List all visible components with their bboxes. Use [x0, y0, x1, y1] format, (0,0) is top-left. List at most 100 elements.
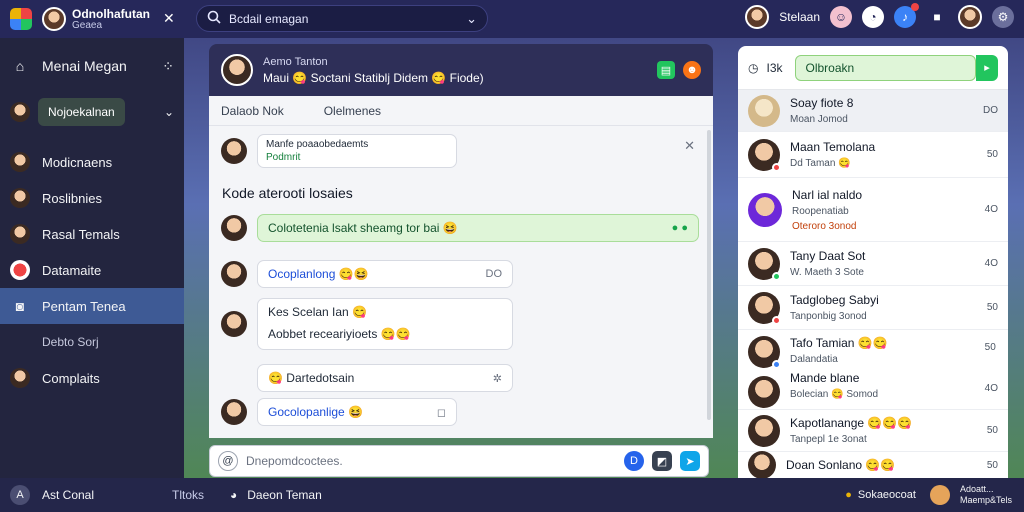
chevron-down-icon[interactable]: ⌄ — [164, 105, 174, 119]
status-indicator[interactable]: ● Sokaeocoat — [845, 489, 916, 501]
close-icon[interactable]: ✕ — [163, 10, 175, 27]
message-text-2: Aobbet receariyioets 😋😋 — [268, 327, 411, 341]
sidebar-header[interactable]: ⌂ Menai Megan ⁘ — [0, 38, 184, 94]
time-stack: 50 4O — [985, 336, 998, 394]
square-icon[interactable]: ■ — [926, 6, 948, 28]
user-icon[interactable]: A — [10, 485, 30, 505]
sidebar: ⌂ Menai Megan ⁘ Nojoekalnan ⌄ Modicnaens… — [0, 38, 184, 478]
chat-tabs: Dalaob Nok Olelmenes — [209, 96, 713, 126]
avatar — [221, 311, 247, 337]
sidebar-section[interactable]: Nojoekalnan ⌄ — [0, 94, 184, 130]
message-3[interactable]: 😋 Dartedotsain ✲ — [257, 364, 513, 392]
chevron-down-icon[interactable]: ⌄ — [466, 11, 477, 27]
sidebar-item-3[interactable]: Datamaite — [0, 252, 184, 288]
sidebar-item-label: Modicnaens — [42, 154, 113, 170]
sidebar-item-2[interactable]: Rasal Temals — [0, 216, 184, 252]
sidebar-item-4[interactable]: ◙ Pentam Tenea — [0, 288, 184, 324]
status-dot — [772, 315, 781, 325]
right-user-name[interactable]: Stelaan — [779, 10, 820, 24]
sidebar-item-label: Debto Sorj — [42, 335, 99, 349]
clock-icon[interactable]: ◷ — [748, 61, 758, 75]
contact-search[interactable]: Olbroakn — [794, 54, 976, 81]
notification-icon[interactable]: ♪ — [894, 3, 919, 28]
contact-sub-2: Bolecian 😋 Somod — [790, 389, 879, 400]
contact-row-4[interactable]: Tadglobeg Sabyi Tanponbig 3onod 50 — [738, 286, 1008, 330]
share-icon[interactable]: ▤ — [657, 61, 675, 79]
contact-row-0[interactable]: Soay fiote 8 Moan Jomod DO — [738, 90, 1008, 132]
tab-0[interactable]: Dalaob Nok — [221, 104, 284, 118]
message-bubble: Ocoplanlong 😋😆 DO — [257, 260, 513, 288]
section-chip[interactable]: Nojoekalnan — [38, 98, 125, 126]
contact-name: Tany Daat Sot — [790, 249, 866, 263]
pinned-message[interactable]: Manfe poaaobedaemts Podmrit — [221, 134, 457, 168]
avatar — [221, 261, 247, 287]
attach-icon[interactable]: @ — [218, 451, 238, 471]
message-1[interactable]: Ocoplanlong 😋😆 DO — [221, 260, 513, 288]
message-text: Kes Scelan Ian 😋 — [268, 305, 367, 319]
send-icon[interactable]: ➤ — [680, 451, 700, 471]
message-4[interactable]: Gocolopanlige 😆 ◻ — [221, 398, 457, 426]
dictionary-icon[interactable]: D — [624, 451, 644, 471]
tab-1[interactable]: Olelmenes — [324, 104, 381, 118]
sidebar-item-label: Rasal Temals — [42, 226, 120, 242]
grid-icon[interactable]: ⁘ — [162, 58, 174, 75]
avatar — [748, 247, 781, 281]
composer-input[interactable]: Dnepomdcoctees. — [246, 454, 616, 468]
avatar[interactable] — [929, 485, 950, 505]
contact-name: Soay fiote 8 — [790, 96, 854, 110]
sidebar-item-contacts[interactable]: Complaits — [0, 360, 184, 396]
search-input[interactable]: Bcdail emagan ⌄ — [196, 5, 488, 32]
contact-avatar[interactable] — [221, 54, 253, 86]
message-0[interactable]: Colotetenia lsakt sheamg tor bai 😆 ● ● — [221, 214, 699, 242]
account-label[interactable]: Ast Conal — [42, 488, 94, 502]
current-user[interactable]: Odnolhafutan Geaea — [42, 7, 150, 31]
avatar — [748, 451, 776, 478]
go-icon[interactable]: ▸ — [976, 54, 998, 81]
message-text: Ocoplanlong 😋😆 — [268, 267, 369, 281]
avatar — [10, 368, 30, 388]
message-bubble: 😋 Dartedotsain ✲ — [257, 364, 513, 392]
sidebar-item-1[interactable]: Roslibnies — [0, 180, 184, 216]
profile-avatar[interactable] — [958, 5, 982, 29]
home-icon: ⌂ — [15, 58, 25, 74]
bottom-tab[interactable]: ◕ Daeon Teman — [230, 488, 322, 502]
contact-row-3[interactable]: Tany Daat Sot W. Maeth 3 Sote 4O — [738, 242, 1008, 286]
bottom-user-line1: Adoatt... — [959, 484, 994, 494]
contact-time: 50 — [986, 149, 998, 160]
contact-name: Aemo Tanton — [263, 55, 328, 68]
user-subtitle: Geaea — [72, 19, 103, 31]
right-user-avatar[interactable] — [745, 5, 770, 29]
dismiss-icon[interactable]: ✕ — [684, 138, 695, 154]
avatar — [42, 7, 66, 31]
clock-icon[interactable]: ◔ — [862, 6, 884, 28]
app-logo[interactable] — [10, 8, 32, 30]
tools-label[interactable]: Tltoks — [172, 488, 222, 502]
image-icon[interactable]: ◩ — [652, 451, 672, 471]
contact-row-7[interactable]: Doan Sonlano 😋😋 50 — [738, 451, 1008, 478]
top-bar: Odnolhafutan Geaea ✕ Bcdail emagan ⌄ Ste… — [0, 0, 1024, 38]
contact-sub: Dd Taman 😋 — [790, 158, 851, 169]
sidebar-subitem[interactable]: Debto Sorj — [0, 324, 184, 360]
message-2[interactable]: Kes Scelan Ian 😋 Aobbet receariyioets 😋😋 — [221, 298, 513, 350]
search-icon — [207, 10, 221, 27]
contact-time: 50 — [984, 342, 996, 353]
sidebar-item-0[interactable]: Modicnaens — [0, 144, 184, 180]
contact-row-2[interactable]: Narl ial naldo Roopenatiab Oteroro 3onod… — [738, 178, 1008, 242]
message-text: 😋 Dartedotsain — [268, 371, 355, 385]
settings-icon[interactable]: ⚙ — [992, 6, 1014, 28]
chat-scrollbar[interactable] — [707, 130, 711, 420]
contact-row-1[interactable]: Maan Temolana Dd Taman 😋 50 — [738, 132, 1008, 178]
emoji-icon[interactable]: ☺ — [830, 6, 852, 28]
bottom-user[interactable]: Adoatt... Maemp&Tels — [960, 484, 1012, 506]
avatar — [748, 138, 781, 172]
contact-row-5[interactable]: Tafo Tamian 😋😋 Dalandatia Mande blane Bo… — [738, 330, 1008, 410]
sidebar-item-label: Roslibnies — [42, 190, 102, 206]
avatar — [748, 94, 780, 127]
reaction-icons[interactable]: ● ● — [672, 222, 688, 234]
contact-time: DO — [983, 105, 998, 116]
filter-label[interactable]: I3k — [766, 61, 782, 75]
contact-row-6[interactable]: Kapotlanange 😋😋😋 Tanpepl 1e 3onat 50 — [738, 410, 1008, 452]
section-title: Kode aterooti losaies — [222, 185, 353, 201]
reaction-icon[interactable]: ☻ — [683, 61, 701, 79]
